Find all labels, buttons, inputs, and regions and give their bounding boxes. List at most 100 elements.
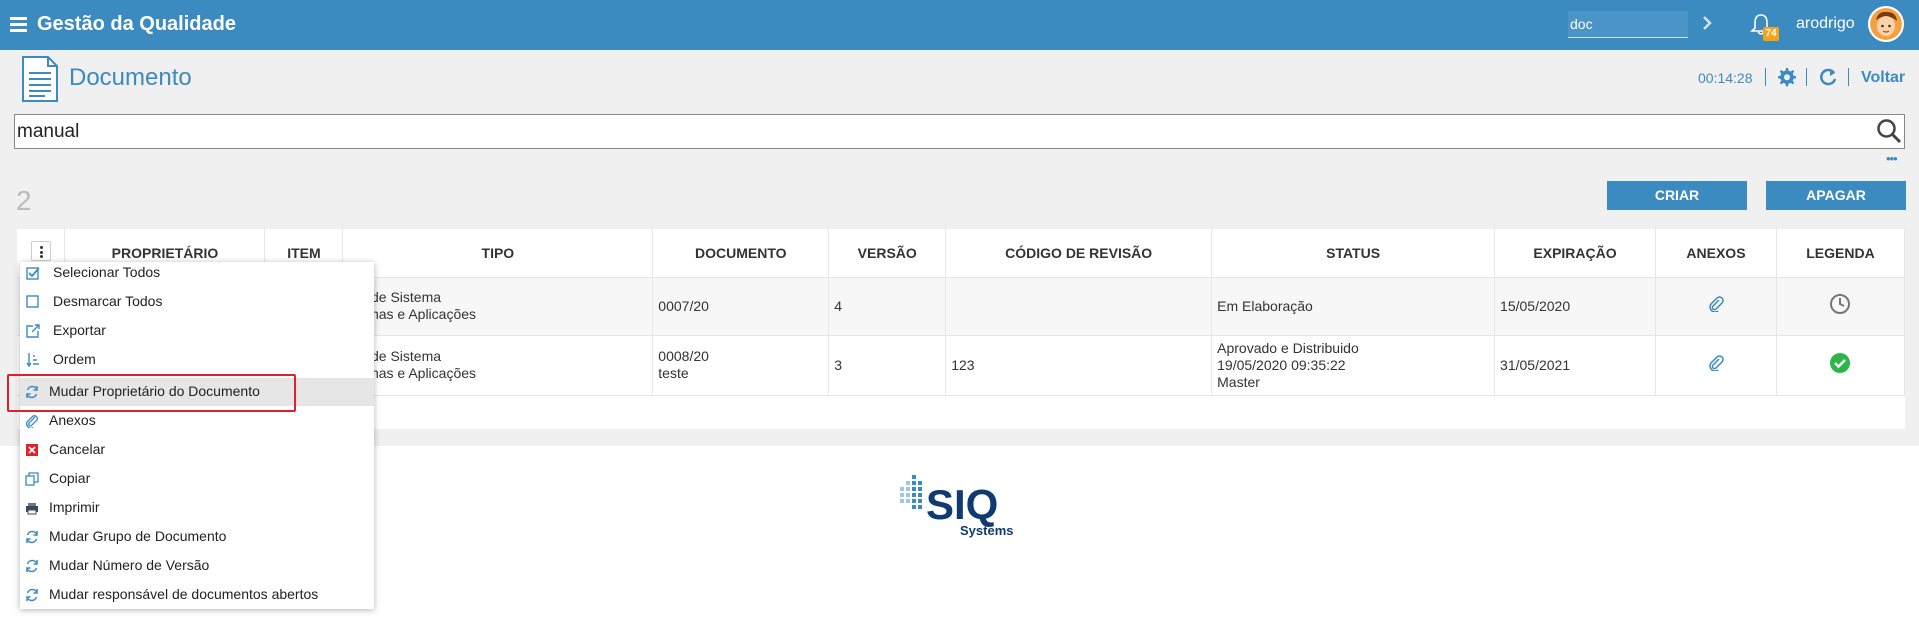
table-cell-legend xyxy=(1776,335,1906,396)
app-title: Gestão da Qualidade xyxy=(37,13,236,35)
copy-icon xyxy=(25,472,39,486)
table-cell-attachments xyxy=(1655,277,1777,336)
divider xyxy=(1765,68,1766,86)
table-cell-type: ual de Sistema stemas e Aplicações xyxy=(342,335,654,396)
status-date: 19/05/2020 09:35:22 xyxy=(1217,356,1346,373)
printer-icon xyxy=(26,503,38,515)
logo-text: SIQ xyxy=(926,481,998,528)
logo-subtext: Systems xyxy=(960,523,1013,538)
menu-item-attachments[interactable]: Anexos xyxy=(20,407,374,435)
column-header-version[interactable]: VERSÃO xyxy=(828,229,947,278)
menu-item-select-all[interactable]: Selecionar Todos xyxy=(20,262,374,290)
gear-icon[interactable] xyxy=(1776,67,1796,87)
delete-button[interactable]: APAGAR xyxy=(1766,181,1906,210)
type-line: ual de Sistema xyxy=(348,289,442,305)
table-cell-revision-code: 123 xyxy=(945,335,1213,396)
notification-badge: 74 xyxy=(1763,27,1779,41)
actions-dropdown-menu: Selecionar Todos Desmarcar Todos Exporta… xyxy=(20,262,374,609)
paperclip-icon xyxy=(26,415,38,428)
document-number: 0008/20 xyxy=(658,348,709,364)
paperclip-icon[interactable] xyxy=(1708,296,1724,313)
menu-item-label: Mudar responsável de documentos abertos xyxy=(49,586,319,602)
hamburger-menu-icon[interactable] xyxy=(10,17,27,32)
table-cell-expiration: 15/05/2020 xyxy=(1494,277,1656,336)
search-icon[interactable] xyxy=(1876,118,1902,144)
refresh-icon xyxy=(26,530,38,544)
status-line: Em Elaboração xyxy=(1217,297,1313,314)
menu-item-change-group[interactable]: Mudar Grupo de Documento xyxy=(20,523,374,551)
table-cell-document: 0008/20 teste xyxy=(652,335,830,396)
menu-item-change-owner[interactable]: Mudar Proprietário do Documento xyxy=(20,378,374,406)
column-header-attachments[interactable]: ANEXOS xyxy=(1655,229,1777,278)
menu-item-label: Mudar Número de Versão xyxy=(49,557,210,573)
menu-item-label: Cancelar xyxy=(49,441,106,457)
top-search-input[interactable] xyxy=(1568,11,1688,38)
menu-item-label: Desmarcar Todos xyxy=(53,293,163,309)
menu-item-label: Mudar Proprietário do Documento xyxy=(49,383,260,399)
document-search-input[interactable] xyxy=(14,114,1905,149)
type-line: stemas e Aplicações xyxy=(348,365,477,381)
divider xyxy=(1848,68,1849,86)
menu-item-change-responsible[interactable]: Mudar responsável de documentos abertos xyxy=(20,581,374,609)
menu-item-label: Ordem xyxy=(53,351,96,367)
chevron-right-icon[interactable] xyxy=(1700,10,1716,36)
create-button[interactable]: CRIAR xyxy=(1607,181,1747,210)
top-navbar: Gestão da Qualidade 74 arodrigo xyxy=(0,0,1919,50)
column-header-status[interactable]: STATUS xyxy=(1211,229,1496,278)
status-line: Aprovado e Distribuido xyxy=(1217,339,1359,356)
refresh-icon xyxy=(26,588,38,602)
table-cell-document: 0007/20 xyxy=(652,277,830,336)
siq-systems-logo: SIQ Systems xyxy=(900,475,1013,538)
username[interactable]: arodrigo xyxy=(1796,15,1855,33)
document-number: 0007/20 xyxy=(658,297,709,314)
document-icon xyxy=(22,56,58,102)
type-line: stemas e Aplicações xyxy=(348,306,477,322)
menu-item-export[interactable]: Exportar xyxy=(20,320,374,348)
kebab-menu-icon[interactable] xyxy=(30,241,51,262)
paperclip-icon[interactable] xyxy=(1708,355,1724,372)
checkbox-empty-icon xyxy=(26,295,39,308)
table-cell-version: 3 xyxy=(828,335,947,396)
menu-item-label: Mudar Grupo de Documento xyxy=(49,528,227,544)
table-cell-status: Em Elaboração xyxy=(1211,277,1496,336)
menu-item-print[interactable]: Imprimir xyxy=(20,494,374,522)
menu-item-cancel[interactable]: Cancelar xyxy=(20,436,374,464)
document-title: teste xyxy=(658,365,689,381)
back-link[interactable]: Voltar xyxy=(1861,69,1905,87)
checkbox-checked-icon xyxy=(26,267,40,280)
column-header-expiration[interactable]: EXPIRAÇÃO xyxy=(1494,229,1656,278)
column-header-type[interactable]: TIPO xyxy=(342,229,654,278)
advanced-search-toggle[interactable]: ••• xyxy=(1886,152,1898,165)
status-user: Master xyxy=(1217,373,1260,390)
check-circle-icon xyxy=(1830,353,1851,373)
refresh-icon xyxy=(26,385,38,399)
table-cell-attachments xyxy=(1655,335,1777,396)
menu-item-order[interactable]: Ordem xyxy=(20,349,374,377)
table-cell-version: 4 xyxy=(828,277,947,336)
export-icon xyxy=(26,324,40,338)
table-cell-expiration: 31/05/2021 xyxy=(1494,335,1656,396)
menu-item-deselect-all[interactable]: Desmarcar Todos xyxy=(20,291,374,319)
table-cell-status: Aprovado e Distribuido 19/05/2020 09:35:… xyxy=(1211,335,1496,396)
cancel-icon xyxy=(26,444,38,456)
column-header-legend[interactable]: LEGENDA xyxy=(1776,229,1906,278)
menu-item-copy[interactable]: Copiar xyxy=(20,465,374,493)
sort-icon xyxy=(26,353,39,368)
refresh-icon xyxy=(26,559,38,573)
avatar-image xyxy=(1870,8,1902,40)
refresh-icon[interactable] xyxy=(1818,67,1838,87)
type-line: ual de Sistema xyxy=(348,348,442,364)
avatar[interactable] xyxy=(1868,6,1904,42)
column-header-revision-code[interactable]: CÓDIGO DE REVISÃO xyxy=(945,229,1213,278)
menu-item-change-version[interactable]: Mudar Número de Versão xyxy=(20,552,374,580)
column-header-document[interactable]: DOCUMENTO xyxy=(652,229,830,278)
menu-item-label: Imprimir xyxy=(49,499,100,515)
menu-item-label: Selecionar Todos xyxy=(53,264,161,280)
menu-item-label: Copiar xyxy=(49,470,91,486)
menu-item-label: Anexos xyxy=(49,412,96,428)
divider xyxy=(1806,68,1807,86)
table-cell-type: ual de Sistema stemas e Aplicações xyxy=(342,277,654,336)
table-cell-revision-code xyxy=(945,277,1213,336)
session-timer: 00:14:28 xyxy=(1698,70,1753,86)
page-title: Documento xyxy=(69,64,192,91)
